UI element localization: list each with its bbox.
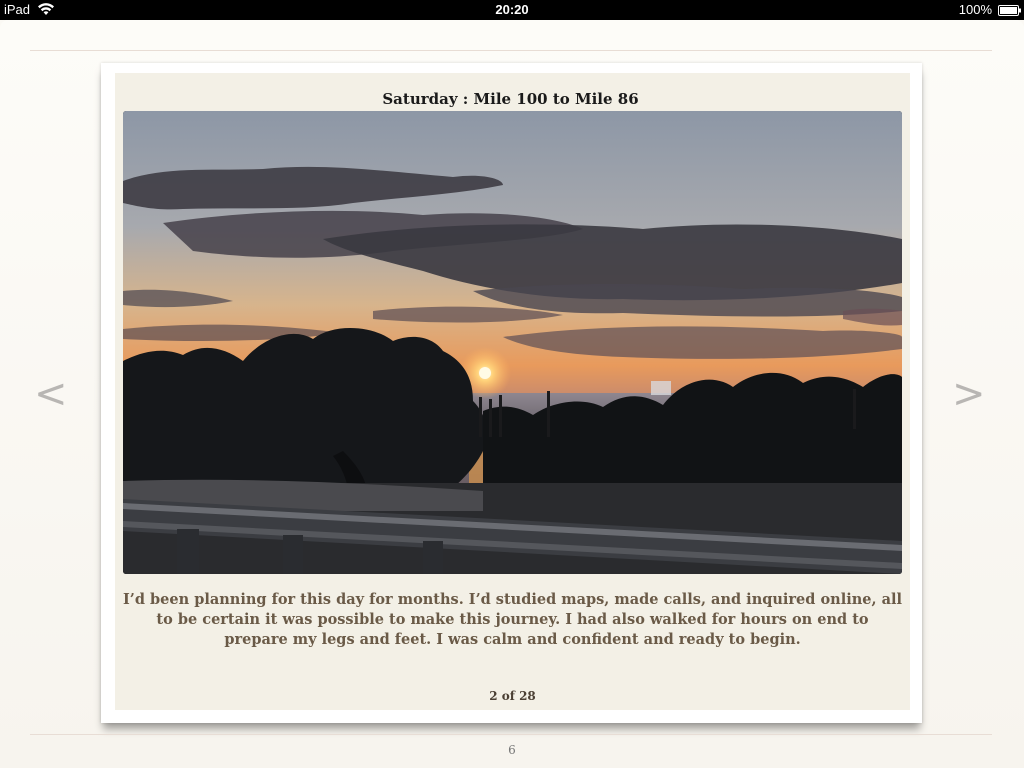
battery-percentage: 100% [958,2,992,17]
ipad-screen: iPad 20:20 100% < > Saturday : Mile 100 … [0,0,1024,768]
previous-page-button[interactable]: < [34,374,68,414]
bottom-divider [30,734,992,735]
sunset-photo[interactable] [123,111,902,574]
book-page-area: < > Saturday : Mile 100 to Mile 86 I’d b… [0,20,1024,768]
top-divider [30,50,992,51]
book-page: Saturday : Mile 100 to Mile 86 I’d been … [115,73,910,710]
book-card: Saturday : Mile 100 to Mile 86 I’d been … [101,63,922,723]
battery-icon [998,4,1021,16]
page-caption: I’d been planning for this day for month… [123,591,902,648]
slide-counter: 2 of 28 [489,689,536,703]
page-title: Saturday : Mile 100 to Mile 86 [382,90,639,108]
page-number: 6 [508,743,516,757]
next-page-button[interactable]: > [952,374,986,414]
clock: 20:20 [495,2,529,17]
status-bar: iPad 20:20 100% [0,0,1024,20]
